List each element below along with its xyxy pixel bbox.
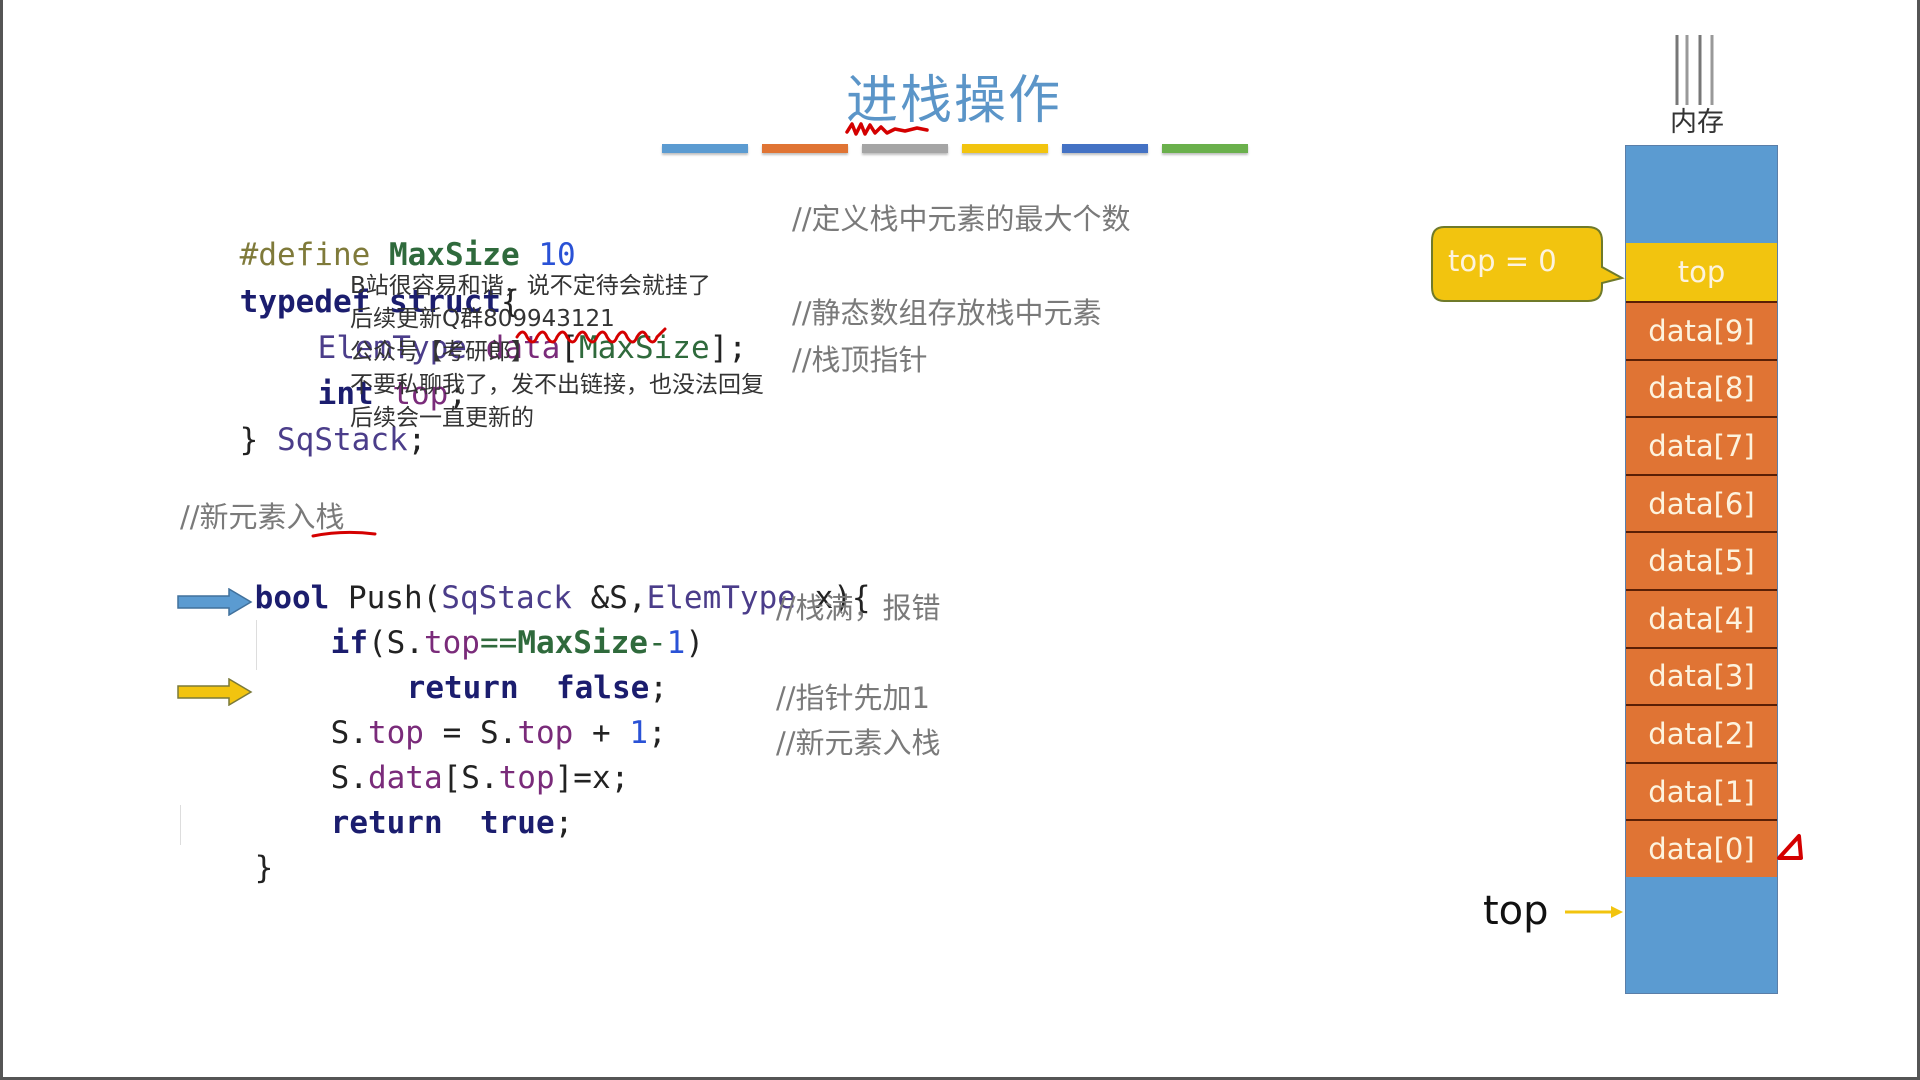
code-token: } — [254, 850, 274, 886]
yellow-arrow-icon — [177, 678, 253, 706]
code-line-signature: bool Push(SqStack &S,ElemType x){ — [180, 538, 871, 616]
free-memory-block — [1626, 146, 1777, 243]
notice-line: 公众号【考研郎】 — [350, 339, 534, 365]
blue-arrow-icon — [177, 588, 253, 616]
code-token: 1 — [629, 715, 648, 751]
color-bar — [1162, 144, 1248, 153]
data-cell: data[6] — [1626, 473, 1777, 532]
code-token: ) — [685, 625, 704, 661]
comment-field-top: //栈顶指针 — [792, 343, 928, 377]
data-cell: data[4] — [1626, 588, 1777, 647]
comment-assign: //新元素入栈 — [776, 726, 941, 760]
top-pointer-arrow-icon — [1565, 906, 1623, 918]
data-cell: data[1] — [1626, 761, 1777, 820]
code-token: true — [479, 805, 555, 841]
color-bar-strip — [662, 144, 1248, 153]
code-token: return — [330, 805, 443, 841]
notice-line: 后续更新Q群809943121 — [350, 306, 615, 332]
color-bar — [662, 144, 748, 153]
top-pointer-label: top — [1483, 888, 1549, 934]
memory-label: 内存 — [1670, 107, 1724, 138]
color-bar — [962, 144, 1048, 153]
overlay-notice: B站很容易和谐，说不定待会就挂了 后续更新Q群809943121 公众号【考研郎… — [350, 270, 764, 435]
comment-define: //定义栈中元素的最大个数 — [792, 202, 1131, 236]
indent-guide — [180, 805, 181, 845]
code-line-increment: S.top = S.top + 1; — [256, 673, 667, 751]
notice-line: 后续会一直更新的 — [350, 405, 534, 431]
code-token: ; — [647, 715, 667, 751]
code-line-return-false: return false; — [332, 628, 668, 706]
data-cell: data[0] — [1626, 819, 1777, 877]
data-cell: data[7] — [1626, 416, 1777, 474]
vertical-lines-artifact — [1675, 35, 1714, 105]
notice-line: 不要私聊我了，发不出链接，也没法回复 — [350, 372, 764, 398]
push-code-block: bool Push(SqStack &S,ElemType x){ if(S.t… — [180, 0, 871, 886]
comment-increment: //指针先加1 — [776, 681, 930, 715]
code-line-close-brace: } — [180, 808, 274, 886]
data-cell: data[2] — [1626, 704, 1777, 762]
notice-line: B站很容易和谐，说不定待会就挂了 — [350, 273, 711, 299]
color-bar — [1062, 144, 1148, 153]
data-cell: data[8] — [1626, 358, 1777, 417]
code-token: 10 — [538, 237, 576, 273]
red-triangle-annotation-icon — [1777, 834, 1803, 860]
data-cell: data[9] — [1626, 301, 1777, 359]
code-line-assign: S.data[S.top]=x; — [256, 718, 630, 796]
memory-stack: top data[9] data[8] data[7] data[6] data… — [1625, 145, 1778, 994]
code-token: 1 — [666, 625, 686, 661]
comment-field-data: //静态数组存放栈中元素 — [792, 296, 1102, 330]
top-cell: top — [1626, 243, 1777, 301]
indent-guide — [256, 620, 257, 670]
free-memory-block — [1626, 876, 1777, 993]
callout-text: top = 0 — [1448, 244, 1557, 278]
data-cell: data[3] — [1626, 646, 1777, 705]
color-bar — [762, 144, 848, 153]
code-line-if: if(S.top==MaxSize-1) — [256, 583, 704, 661]
comment-if: //栈满，报错 — [776, 591, 941, 625]
red-underline-scribble — [845, 122, 929, 136]
data-cell: data[5] — [1626, 531, 1777, 589]
code-line-define: #define MaxSize 10 — [165, 195, 576, 273]
code-token: } — [239, 422, 259, 458]
code-token: ; — [554, 805, 574, 841]
color-bar — [862, 144, 948, 153]
code-line-return-true: return true; — [256, 763, 574, 841]
